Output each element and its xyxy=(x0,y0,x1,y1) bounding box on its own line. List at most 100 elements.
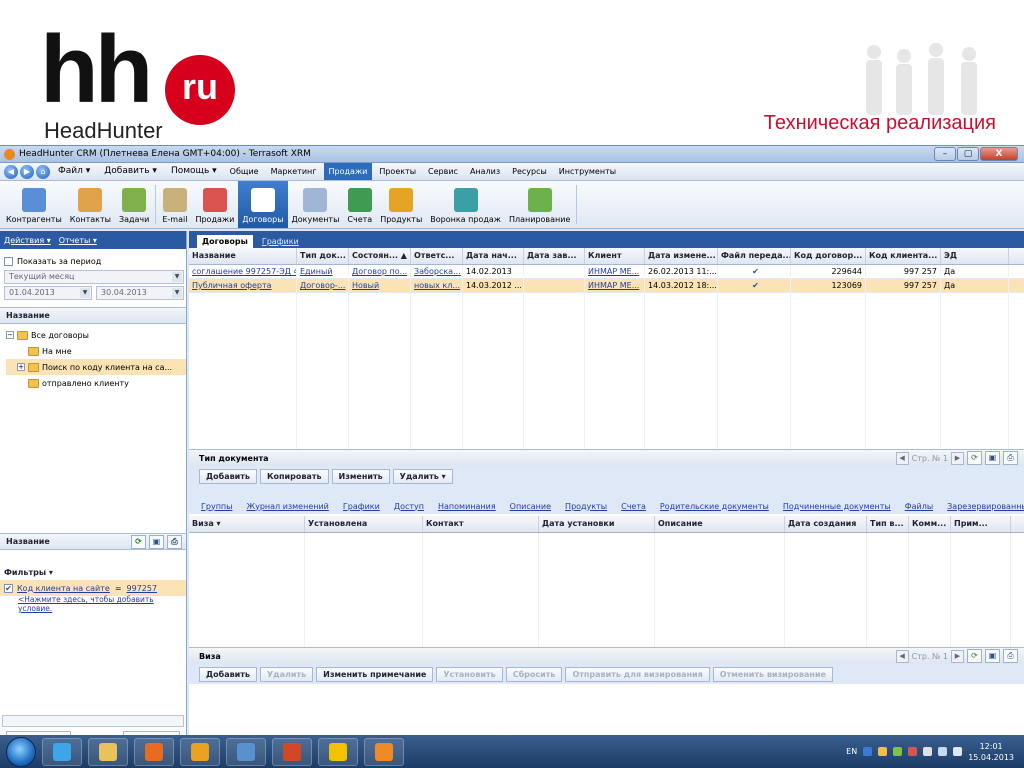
ribbon-email-button[interactable]: E-mail xyxy=(158,181,191,228)
col-header[interactable]: Код договор... xyxy=(791,248,866,264)
detail-tab-files[interactable]: Файлы xyxy=(905,502,933,511)
col-header[interactable]: Ответс... xyxy=(411,248,463,264)
period-checkbox[interactable] xyxy=(4,256,13,266)
tab-sales[interactable]: Продажи xyxy=(323,163,373,180)
horizontal-scrollbar[interactable] xyxy=(2,715,184,727)
ribbon-tasks-button[interactable]: Задачи xyxy=(115,181,153,228)
start-button[interactable] xyxy=(6,736,36,767)
tab-resources[interactable]: Ресурсы xyxy=(507,163,552,180)
network-icon[interactable] xyxy=(893,747,903,756)
taskbar-app[interactable] xyxy=(42,737,82,766)
col-header[interactable]: Описание xyxy=(655,516,785,532)
refresh-icon[interactable]: ⟳ xyxy=(967,649,982,663)
security-icon[interactable] xyxy=(908,747,918,756)
cell-name[interactable]: соглашение 997257-ЭД 4 xyxy=(189,265,297,278)
col-header[interactable]: Клиент xyxy=(585,248,645,264)
print-icon[interactable]: ⎙ xyxy=(1003,649,1018,663)
taskbar-app[interactable] xyxy=(364,737,404,766)
ribbon-contracts-button[interactable]: Договоры xyxy=(238,181,288,228)
filter-field[interactable]: Код клиента на сайте xyxy=(17,584,110,593)
tree-item-mine[interactable]: На мне xyxy=(6,343,186,359)
edit-button[interactable]: Изменить xyxy=(331,468,390,484)
filters-label[interactable]: Фильтры ▾ xyxy=(0,564,186,580)
cell-status[interactable]: Договор по... xyxy=(349,265,411,278)
col-header[interactable]: Название xyxy=(189,248,297,264)
col-header[interactable]: Дата установки xyxy=(539,516,655,532)
cell-client[interactable]: ИНМАР МЕ... xyxy=(585,265,645,278)
col-header[interactable]: Файл переда... xyxy=(718,248,791,264)
detail-tab-child-docs[interactable]: Подчиненные документы xyxy=(783,502,891,511)
prev-page-icon[interactable]: ◀ xyxy=(895,451,909,465)
cell-name[interactable]: Публичная оферта xyxy=(189,279,297,292)
detail-tab-schedules[interactable]: Графики xyxy=(343,502,380,511)
col-header[interactable]: Дата нач... xyxy=(463,248,524,264)
cell-status[interactable]: Новый xyxy=(349,279,411,292)
home-icon[interactable]: ⌂ xyxy=(36,164,50,179)
cancel-approval-button[interactable]: Отменить визирование xyxy=(712,666,833,682)
tab-projects[interactable]: Проекты xyxy=(374,163,421,180)
ribbon-funnel-button[interactable]: Воронка продаж xyxy=(426,181,505,228)
copy-button[interactable]: Копировать xyxy=(259,468,329,484)
tree-item-search-client-code[interactable]: + Поиск по коду клиента на са... xyxy=(6,359,186,375)
ribbon-sales-button[interactable]: Продажи xyxy=(191,181,238,228)
tab-contracts[interactable]: Договоры xyxy=(197,235,253,248)
print-icon[interactable]: ⎙ xyxy=(167,534,182,549)
menu-help[interactable]: Помощь ▾ xyxy=(165,163,223,180)
ribbon-contacts-button[interactable]: Контакты xyxy=(66,181,115,228)
signal-icon[interactable] xyxy=(938,747,948,756)
col-header[interactable]: Контакт xyxy=(423,516,539,532)
refresh-icon[interactable]: ⟳ xyxy=(131,534,146,549)
next-page-icon[interactable]: ▶ xyxy=(951,451,964,465)
tab-analysis[interactable]: Анализ xyxy=(465,163,505,180)
tab-general[interactable]: Общие xyxy=(225,163,264,180)
tab-schedules[interactable]: Графики xyxy=(257,235,304,248)
detail-tab-changelog[interactable]: Журнал изменений xyxy=(246,502,328,511)
language-indicator[interactable]: EN xyxy=(846,747,857,756)
col-header[interactable]: ЭД xyxy=(941,248,1009,264)
expand-icon[interactable]: + xyxy=(17,363,25,371)
col-header[interactable]: Виза ▾ xyxy=(189,516,305,532)
detail-tab-reserved[interactable]: Зарезервированны xyxy=(947,502,1024,511)
cell-doc-type[interactable]: Договор-... xyxy=(297,279,349,292)
taskbar-app[interactable] xyxy=(272,737,312,766)
menu-add[interactable]: Добавить ▾ xyxy=(98,163,163,180)
col-header[interactable]: Состоян... ▲ xyxy=(349,248,411,264)
col-header[interactable]: Дата зав... xyxy=(524,248,585,264)
visa-delete-button[interactable]: Удалить xyxy=(259,666,314,682)
col-header[interactable]: Тип док... xyxy=(297,248,349,264)
save-icon[interactable]: ▣ xyxy=(985,451,1000,465)
tab-service[interactable]: Сервис xyxy=(423,163,463,180)
cell-owner[interactable]: Заборска... xyxy=(411,265,463,278)
maximize-button[interactable]: ▢ xyxy=(957,147,979,161)
calendar-dropdown-icon[interactable]: ▼ xyxy=(80,288,90,298)
taskbar-app[interactable] xyxy=(226,737,266,766)
detail-tab-reminders[interactable]: Напоминания xyxy=(438,502,496,511)
col-header[interactable]: Комм... xyxy=(909,516,951,532)
cell-doc-type[interactable]: Единый xyxy=(297,265,349,278)
actions-menu-link[interactable]: Действия ▾ xyxy=(4,236,51,245)
tab-tools[interactable]: Инструменты xyxy=(554,163,621,180)
col-header[interactable]: Тип в... xyxy=(867,516,909,532)
col-header[interactable]: Дата создания xyxy=(785,516,867,532)
detail-tab-access[interactable]: Доступ xyxy=(394,502,424,511)
cell-client[interactable]: ИНМАР МЕ... xyxy=(585,279,645,292)
detail-tab-description[interactable]: Описание xyxy=(510,502,551,511)
splitter[interactable] xyxy=(189,486,1024,498)
set-visa-button[interactable]: Установить xyxy=(436,666,503,682)
reset-visa-button[interactable]: Сбросить xyxy=(505,666,563,682)
period-select[interactable]: Текущий месяц ▼ xyxy=(4,270,184,284)
delete-button[interactable]: Удалить ▾ xyxy=(392,468,453,484)
taskbar-app[interactable] xyxy=(318,737,358,766)
filter-value[interactable]: 997257 xyxy=(127,584,158,593)
taskbar-app[interactable] xyxy=(180,737,220,766)
ribbon-accounts-button[interactable]: Контрагенты xyxy=(2,181,66,228)
taskbar-app[interactable] xyxy=(134,737,174,766)
detail-tab-parent-docs[interactable]: Родительские документы xyxy=(660,502,769,511)
ribbon-invoices-button[interactable]: Счета xyxy=(343,181,376,228)
save-icon[interactable]: ▣ xyxy=(149,534,164,549)
date-from-field[interactable]: 01.04.2013 ▼ xyxy=(4,286,92,300)
tree-item-sent-to-client[interactable]: отправлено клиенту xyxy=(6,375,186,391)
chevron-down-icon[interactable]: ▼ xyxy=(172,272,182,282)
save-icon[interactable]: ▣ xyxy=(985,649,1000,663)
cell-owner[interactable]: новых кл... xyxy=(411,279,463,292)
